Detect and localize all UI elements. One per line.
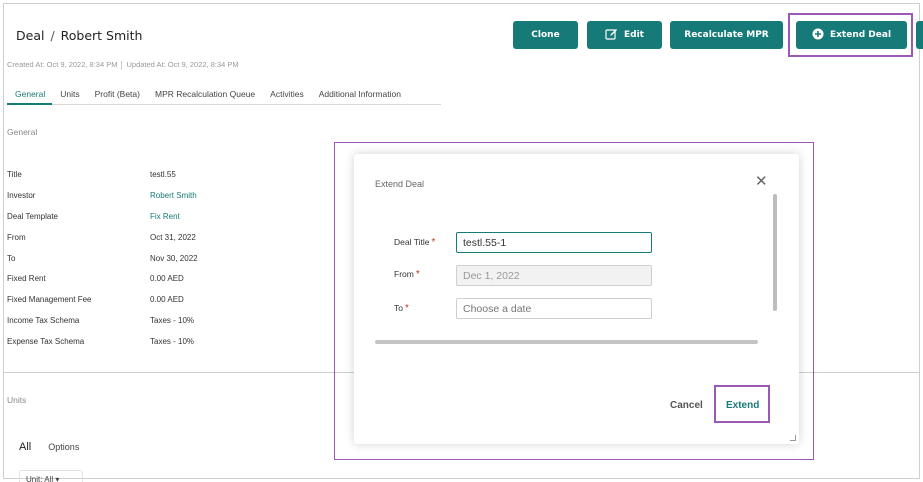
page-title-name: Robert Smith	[60, 28, 143, 43]
field-label: Fixed Management Fee	[7, 295, 92, 304]
field-value: 0.00 AED	[150, 274, 184, 283]
field-value: 0.00 AED	[150, 295, 184, 304]
unit-filter-chip[interactable]: Unit: All ▾	[19, 470, 83, 482]
deal-title-label-text: Deal Title	[394, 237, 430, 247]
units-heading: Units	[7, 395, 27, 405]
field-label: To	[7, 254, 16, 263]
deal-title-label: Deal Title *	[394, 237, 435, 248]
general-heading: General	[7, 127, 38, 137]
more-actions-button[interactable]	[916, 21, 923, 49]
modal-vertical-scrollbar[interactable]	[773, 194, 777, 311]
field-value: Nov 30, 2022	[150, 254, 198, 263]
field-label: From	[7, 233, 26, 242]
units-tabs: All Options	[19, 441, 79, 453]
close-icon[interactable]: ✕	[755, 174, 768, 189]
edit-icon	[605, 28, 618, 43]
field-label: Investor	[7, 191, 36, 200]
to-label: To *	[394, 303, 409, 314]
recalculate-mpr-button[interactable]: Recalculate MPR	[670, 21, 783, 49]
tab-units[interactable]: Units	[52, 85, 86, 105]
edit-button[interactable]: Edit	[587, 21, 662, 49]
field-label: Income Tax Schema	[7, 316, 80, 325]
page-title-separator: /	[50, 28, 55, 43]
deal-tabs: General Units Profit (Beta) MPR Recalcul…	[7, 85, 441, 105]
cancel-button[interactable]: Cancel	[670, 400, 703, 411]
timestamps: Created At: Oct 9, 2022, 8:34 PM Updated …	[7, 60, 239, 70]
clone-button-label: Clone	[531, 30, 560, 40]
field-label: Expense Tax Schema	[7, 337, 85, 346]
from-date-input	[456, 265, 652, 286]
meta-divider	[121, 60, 123, 70]
required-mark: *	[415, 269, 420, 280]
from-label: From *	[394, 269, 420, 280]
tab-mpr-recalculation-queue[interactable]: MPR Recalculation Queue	[147, 85, 262, 105]
updated-at: Updated At: Oct 9, 2022, 8:34 PM	[126, 60, 239, 69]
tab-general[interactable]: General	[7, 85, 53, 105]
field-value: testl.55	[150, 170, 176, 179]
page-title-entity: Deal	[16, 28, 45, 43]
field-value: Oct 31, 2022	[150, 233, 196, 242]
modal-title: Extend Deal	[375, 179, 425, 189]
page-title: Deal / Robert Smith	[16, 28, 142, 43]
created-at: Created At: Oct 9, 2022, 8:34 PM	[7, 60, 118, 69]
field-label: Fixed Rent	[7, 274, 46, 283]
deal-title-input[interactable]	[456, 232, 652, 253]
field-label: Deal Template	[7, 212, 58, 221]
extend-deal-highlight	[788, 13, 913, 57]
units-tab-all[interactable]: All	[19, 441, 31, 453]
tab-profit-beta[interactable]: Profit (Beta)	[87, 85, 147, 105]
clone-button[interactable]: Clone	[513, 21, 578, 49]
required-mark: *	[404, 303, 409, 314]
investor-link[interactable]: Robert Smith	[150, 191, 197, 200]
recalculate-mpr-label: Recalculate MPR	[684, 30, 769, 40]
field-value: Taxes - 10%	[150, 337, 195, 346]
tab-activities[interactable]: Activities	[262, 85, 311, 105]
to-label-text: To	[394, 303, 403, 313]
to-date-input[interactable]	[456, 298, 652, 319]
field-label: Title	[7, 170, 22, 179]
tab-additional-information[interactable]: Additional Information	[311, 85, 408, 105]
units-tab-options[interactable]: Options	[48, 442, 79, 452]
extend-button-highlight	[714, 385, 770, 423]
from-label-text: From	[394, 269, 414, 279]
edit-button-label: Edit	[624, 30, 644, 40]
required-mark: *	[431, 237, 436, 248]
deal-template-link[interactable]: Fix Rent	[150, 212, 180, 221]
field-value: Taxes - 10%	[150, 316, 195, 325]
resize-grip-icon[interactable]	[790, 435, 796, 441]
modal-horizontal-scrollbar[interactable]	[375, 340, 758, 344]
